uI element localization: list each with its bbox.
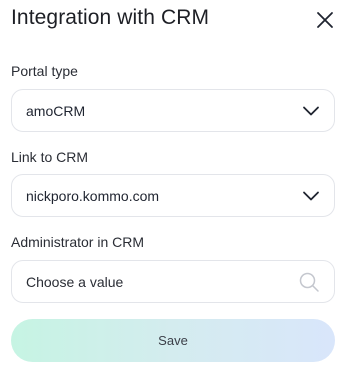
search-icon xyxy=(299,272,319,292)
close-icon xyxy=(317,12,333,28)
integration-modal: Integration with CRM Portal type amoCRM … xyxy=(0,0,350,376)
link-to-crm-value: nickporo.kommo.com xyxy=(26,187,160,204)
administrator-placeholder: Choose a value xyxy=(26,273,124,290)
chevron-down-icon xyxy=(303,106,319,115)
chevron-down-icon xyxy=(303,191,319,200)
link-to-crm-label: Link to CRM xyxy=(11,149,89,165)
close-button[interactable] xyxy=(314,9,336,31)
administrator-search-input[interactable]: Choose a value xyxy=(11,260,335,303)
link-to-crm-select[interactable]: nickporo.kommo.com xyxy=(11,174,335,217)
modal-title: Integration with CRM xyxy=(11,6,210,29)
portal-type-select[interactable]: amoCRM xyxy=(11,89,335,132)
administrator-label: Administrator in CRM xyxy=(11,234,145,250)
save-button[interactable]: Save xyxy=(11,319,335,362)
portal-type-value: amoCRM xyxy=(26,102,86,119)
portal-type-label: Portal type xyxy=(11,63,78,79)
